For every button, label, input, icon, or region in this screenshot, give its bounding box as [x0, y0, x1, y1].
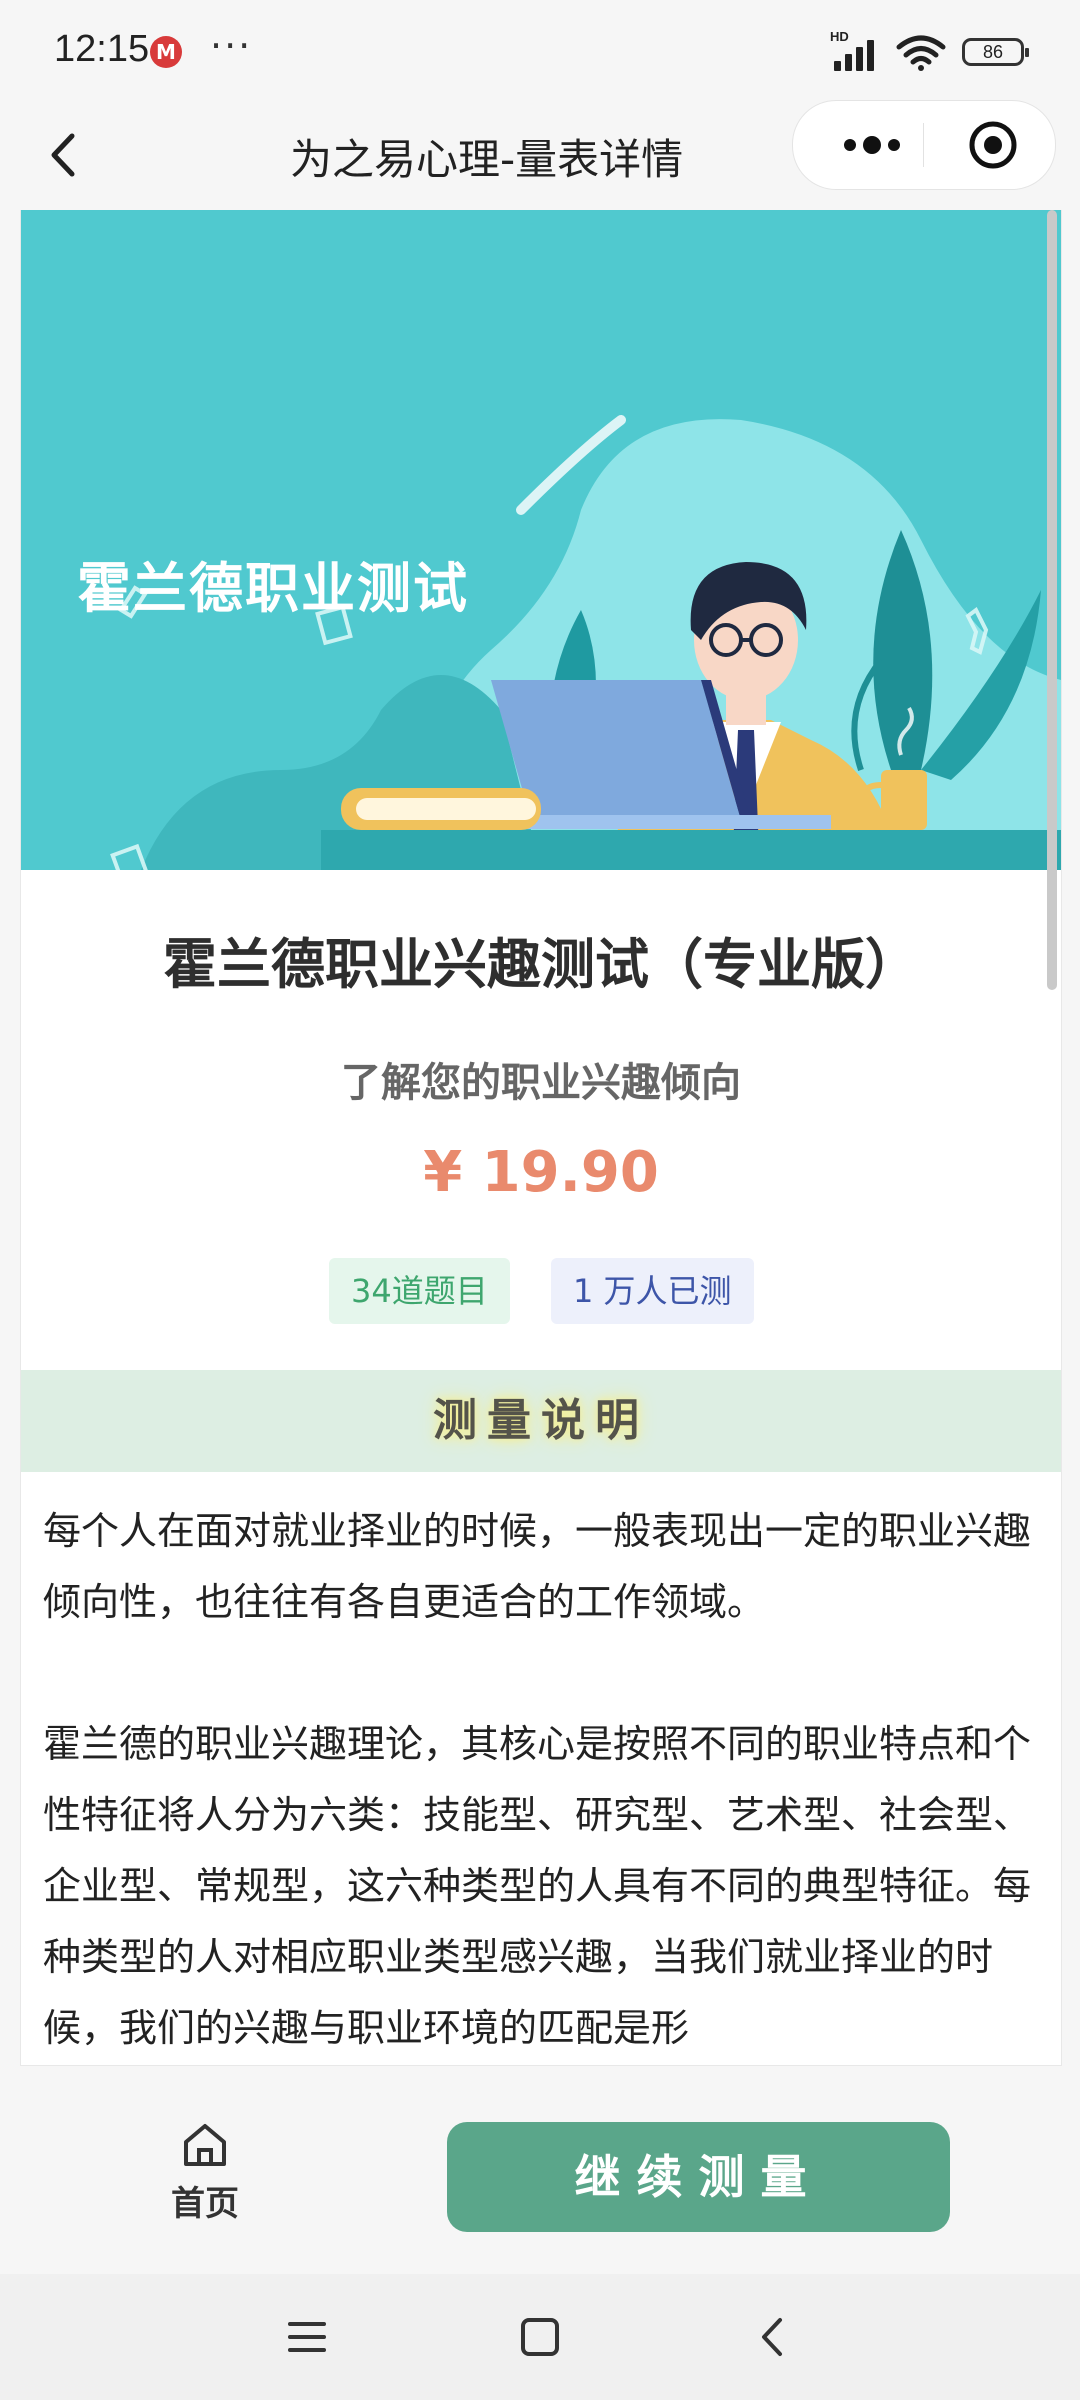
scrollbar[interactable]: [1047, 210, 1057, 990]
scale-detail-content[interactable]: 霍兰德职业测试 霍兰德职业兴趣测试（专业版） 了解您的职业兴趣倾向 ¥ 19.9…: [20, 210, 1062, 2066]
mini-program-capsule: [792, 100, 1056, 190]
cellular-signal-icon: HD: [830, 29, 880, 71]
more-options-icon[interactable]: [817, 101, 927, 189]
banner-illustration: [110, 415, 1061, 870]
bank-app-icon: M: [150, 36, 182, 68]
measurement-info-header: 测量说明: [21, 1370, 1061, 1472]
tested-count-tag: 1 万人已测: [551, 1258, 754, 1324]
product-title: 霍兰德职业兴趣测试（专业版）: [163, 933, 919, 996]
page-title: 为之易心理-量表详情: [290, 135, 684, 184]
home-square-icon[interactable]: [515, 2312, 565, 2362]
section-title: 测量说明: [433, 1395, 649, 1446]
status-indicators: HD 86: [830, 29, 1029, 74]
question-count-tag: 34道题目: [329, 1258, 510, 1324]
product-price: ¥ 19.90: [423, 1140, 659, 1205]
home-label: 首页: [171, 2184, 239, 2224]
description-paragraph: 每个人在面对就业择业的时候，一般表现出一定的职业兴趣倾向性，也往往有各自更适合的…: [43, 1509, 1032, 1624]
back-icon[interactable]: [748, 2312, 798, 2362]
continue-test-button[interactable]: 继续测量: [447, 2122, 950, 2232]
network-type-label: HD: [830, 29, 849, 44]
product-subtitle: 了解您的职业兴趣倾向: [341, 1060, 741, 1106]
description-paragraph: 霍兰德的职业兴趣理论，其核心是按照不同的职业特点和个性特征将人分为六类：技能型、…: [43, 1722, 1032, 2050]
status-bar: 12:15 M ··· HD 86: [0, 0, 1080, 100]
system-navigation-bar: [0, 2274, 1080, 2400]
home-icon: [184, 2124, 226, 2166]
status-time: 12:15: [54, 28, 150, 70]
nav-header: 为之易心理-量表详情: [0, 100, 1080, 210]
close-mini-program-icon[interactable]: [943, 101, 1043, 189]
banner-title: 霍兰德职业测试: [77, 557, 469, 620]
home-nav-button[interactable]: 首页: [150, 2122, 260, 2224]
battery-level: 86: [982, 42, 1004, 62]
battery-icon: 86: [962, 38, 1029, 66]
status-more-icon: ···: [210, 24, 253, 68]
back-arrow-icon[interactable]: [30, 120, 100, 190]
wifi-icon: [896, 35, 946, 71]
description-text: 每个人在面对就业择业的时候，一般表现出一定的职业兴趣倾向性，也往往有各自更适合的…: [43, 1496, 1043, 2065]
test-banner: 霍兰德职业测试: [21, 210, 1061, 870]
capsule-divider: [923, 123, 924, 167]
bottom-action-bar: 首页 继续测量: [0, 2084, 1080, 2274]
menu-icon[interactable]: [282, 2312, 332, 2362]
